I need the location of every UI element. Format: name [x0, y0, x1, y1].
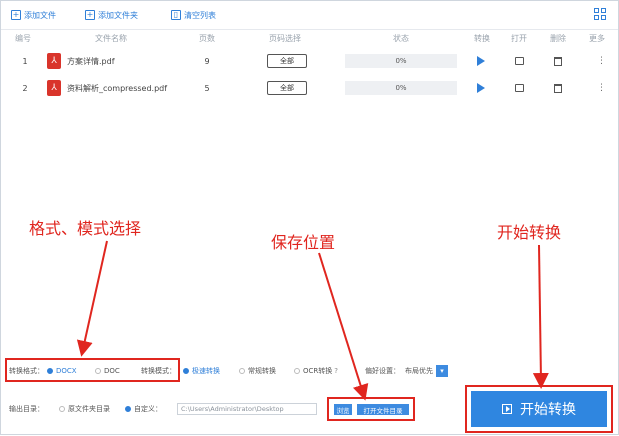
- mode-ocr-label: OCR转换: [303, 367, 333, 375]
- chevron-down-icon: ▾: [436, 365, 448, 377]
- start-convert-button[interactable]: 开始转换: [471, 391, 607, 427]
- play-icon: [502, 404, 512, 414]
- radio-icon: [239, 368, 245, 374]
- annotation-highlight-save: [327, 397, 415, 421]
- annotation-format-mode: 格式、模式选择: [29, 219, 142, 238]
- output-label: 输出目录：: [9, 405, 44, 413]
- custom-dir-radio[interactable]: 自定义：: [125, 397, 162, 421]
- annotation-highlight-format: [5, 358, 180, 382]
- arrow-format: [76, 240, 108, 357]
- radio-icon: [183, 368, 189, 374]
- preference-label: 偏好设置：: [365, 367, 400, 375]
- preference-value: 布局优先: [405, 367, 433, 375]
- original-dir-label: 原文件夹目录: [68, 405, 110, 413]
- mode-normal-radio[interactable]: 常规转换: [239, 359, 276, 383]
- radio-icon: [294, 368, 300, 374]
- radio-icon: [125, 406, 131, 412]
- mode-normal-label: 常规转换: [248, 367, 276, 375]
- output-path-input[interactable]: C:\Users\Administrator\Desktop: [177, 403, 317, 415]
- annotation-start-convert: 开始转换: [497, 223, 562, 242]
- help-icon[interactable]: ?: [334, 367, 338, 375]
- mode-fast-radio[interactable]: 极速转换: [183, 359, 220, 383]
- annotation-save-location: 保存位置: [271, 233, 336, 252]
- app-window: + 添加文件 + 添加文件夹 ▯ 清空列表 编号 文件名称 页数 页码选择 状态…: [0, 0, 619, 435]
- radio-icon: [59, 406, 65, 412]
- custom-dir-label: 自定义：: [134, 405, 162, 413]
- start-convert-label: 开始转换: [520, 402, 576, 418]
- mode-ocr-radio[interactable]: OCR转换 ?: [294, 359, 338, 383]
- mode-fast-label: 极速转换: [192, 367, 220, 375]
- original-dir-radio[interactable]: 原文件夹目录: [59, 397, 110, 421]
- preference-select[interactable]: 布局优先 ▾: [405, 359, 448, 383]
